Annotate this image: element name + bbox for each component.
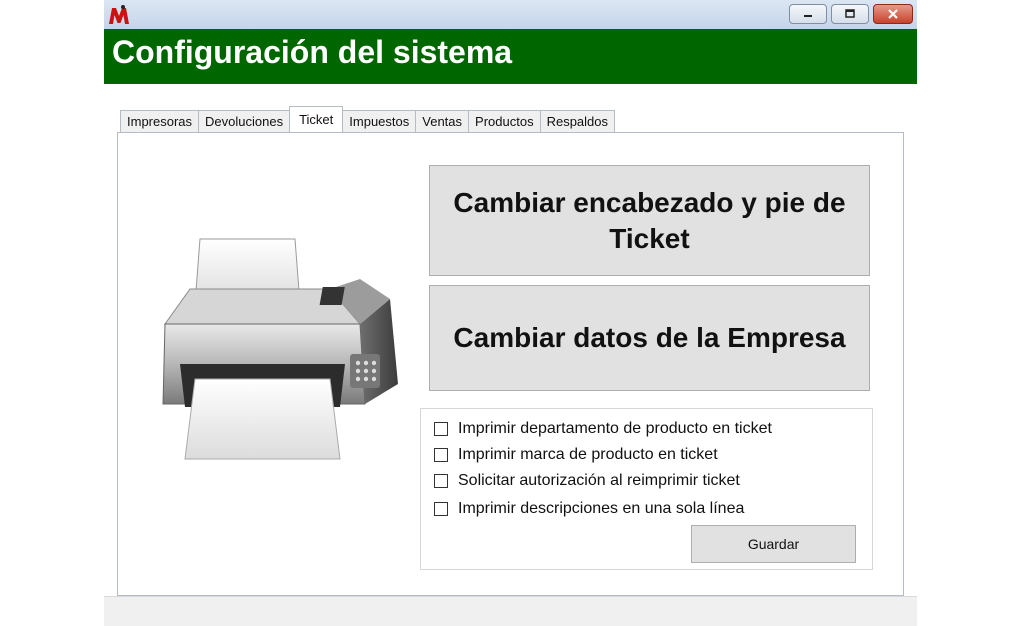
tab-devoluciones[interactable]: Devoluciones xyxy=(198,110,291,132)
tab-ventas[interactable]: Ventas xyxy=(415,110,470,132)
tab-respaldos[interactable]: Respaldos xyxy=(539,110,616,132)
status-bar xyxy=(104,596,917,626)
save-button[interactable]: Guardar xyxy=(691,525,856,563)
print-brand-checkbox[interactable] xyxy=(434,448,448,462)
printer-icon xyxy=(162,238,398,460)
change-header-footer-button[interactable]: Cambiar encabezado y pie de Ticket xyxy=(429,165,870,276)
app-m-logo-icon xyxy=(109,5,129,24)
tab-ticket[interactable]: Ticket xyxy=(289,106,344,132)
option-reprint-authorization[interactable]: Solicitar autorización al reimprimir tic… xyxy=(434,472,740,490)
single-line-descriptions-checkbox[interactable] xyxy=(434,502,448,516)
reprint-authorization-checkbox[interactable] xyxy=(434,474,448,488)
change-company-data-button[interactable]: Cambiar datos de la Empresa xyxy=(429,285,870,391)
reprint-authorization-label: Solicitar autorización al reimprimir tic… xyxy=(458,472,740,489)
print-department-label: Imprimir departamento de producto en tic… xyxy=(458,420,772,437)
minimize-icon xyxy=(804,15,812,17)
content-area: Impresoras Devoluciones Ticket Impuestos… xyxy=(104,84,917,596)
app-window: Configuración del sistema Impresoras Dev… xyxy=(104,0,917,626)
option-print-department[interactable]: Imprimir departamento de producto en tic… xyxy=(434,420,772,438)
maximize-button[interactable] xyxy=(831,4,869,24)
print-brand-label: Imprimir marca de producto en ticket xyxy=(458,446,718,463)
page-title: Configuración del sistema xyxy=(112,34,513,70)
maximize-icon xyxy=(845,9,855,18)
title-bar[interactable] xyxy=(104,0,917,29)
close-icon xyxy=(888,9,898,19)
tab-impuestos[interactable]: Impuestos xyxy=(342,110,417,132)
tab-productos[interactable]: Productos xyxy=(468,110,541,132)
tab-impresoras[interactable]: Impresoras xyxy=(120,110,200,132)
minimize-button[interactable] xyxy=(789,4,827,24)
single-line-descriptions-label: Imprimir descripciones en una sola línea xyxy=(458,500,745,517)
option-print-brand[interactable]: Imprimir marca de producto en ticket xyxy=(434,446,718,464)
option-single-line-descriptions[interactable]: Imprimir descripciones en una sola línea xyxy=(434,500,744,518)
ticket-options-group: Imprimir departamento de producto en tic… xyxy=(420,408,873,570)
print-department-checkbox[interactable] xyxy=(434,422,448,436)
close-button[interactable] xyxy=(873,4,913,24)
header-banner: Configuración del sistema xyxy=(104,29,917,84)
tab-strip: Impresoras Devoluciones Ticket Impuestos… xyxy=(120,106,616,132)
ticket-tab-panel: Cambiar encabezado y pie de Ticket Cambi… xyxy=(117,132,904,596)
